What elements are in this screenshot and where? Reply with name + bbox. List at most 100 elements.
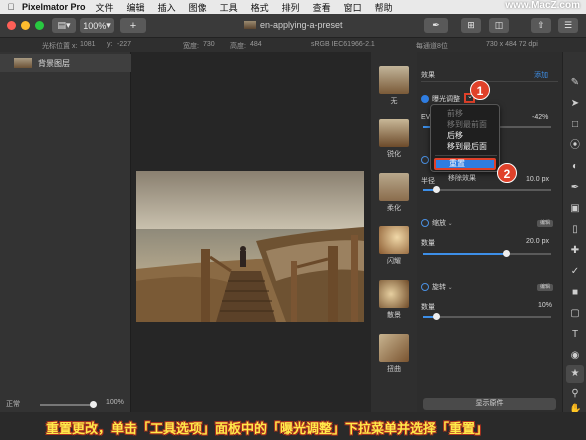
clone-tool-icon[interactable]: ◉ [569,350,581,362]
spin-amount-label: 数量 [421,304,435,311]
preset-thumbnail [379,226,409,254]
exposure-effect-header: 曝光调整 [421,94,460,104]
add-effect-button[interactable]: 添加 [534,70,548,80]
preset-none[interactable]: 无 [379,66,409,106]
text-tool-icon[interactable]: T [569,329,581,341]
spin-amount-slider-knob[interactable] [433,313,440,320]
app-menu[interactable]: Pixelmator Pro [22,2,86,12]
watermark: www.MacZ.com [505,0,580,11]
menu-item-bring-to-front[interactable]: 移到最前面 [447,119,487,130]
step-badge-1: 1 [470,80,490,100]
minimize-window-button[interactable] [21,21,30,30]
menu-item-send-to-back[interactable]: 移到最后面 [447,141,487,152]
view-mode-button[interactable]: ▤▾ [52,18,76,33]
brush-tool-icon[interactable]: ✒ [569,182,581,194]
tool-options-button[interactable]: ☰ [558,18,578,33]
exposure-toggle[interactable] [421,95,429,104]
canvas-image[interactable] [136,171,364,322]
chevron-down-icon[interactable]: ⌄ [446,221,453,227]
menu-item-bring-forward[interactable]: 前移 [447,108,463,119]
menu-file[interactable]: 文件 [96,1,114,14]
zoom-title: 缩放 [432,220,446,227]
effects-tool-icon[interactable]: ★ [566,365,584,383]
preset-thumbnail [379,119,409,147]
zoom-select[interactable]: 100% ▾ [80,18,114,33]
preset-bokeh[interactable]: 散景 [379,280,409,320]
width-label: 宽度: [183,43,199,50]
zoom-tool-icon[interactable]: ⚲ [569,388,581,400]
heal-tool-icon[interactable]: ✚ [569,245,581,257]
apple-icon[interactable]:  [0,2,22,12]
layer-row[interactable]: 背景图层 [0,54,131,72]
menu-edit[interactable]: 编辑 [127,1,145,14]
menu-tools[interactable]: 工具 [220,1,238,14]
lasso-tool-icon[interactable]: ⦿ [569,140,581,152]
menu-insert[interactable]: 插入 [158,1,176,14]
spin-effect-header: 旋转 ⌄ [421,282,453,292]
zoom-amount-slider-knob[interactable] [503,250,510,257]
zoom-window-button[interactable] [35,21,44,30]
pen-tool-icon[interactable]: ✓ [569,266,581,278]
menu-window[interactable]: 窗口 [344,1,362,14]
blur-toggle[interactable] [421,156,429,164]
spin-title: 旋转 [432,284,446,291]
menu-image[interactable]: 图像 [189,1,207,14]
menu-format[interactable]: 格式 [251,1,269,14]
exposure-title: 曝光调整 [432,96,460,103]
radius-slider-knob[interactable] [433,186,440,193]
arrange-button[interactable]: ◫ [489,18,509,33]
sliders-icon: ☰ [563,20,573,30]
menu-help[interactable]: 帮助 [375,1,393,14]
chevron-down-icon[interactable]: ⌄ [446,285,453,291]
arrow-tool-icon[interactable]: ➤ [569,98,581,110]
show-original-button[interactable]: 显示原件 [423,398,556,410]
shape-tool-icon[interactable]: ■ [569,287,581,299]
menu-item-reset[interactable]: 重置 [434,158,496,170]
paint-tool-icon[interactable]: ✎ [569,77,581,89]
spin-amount-slider[interactable] [423,313,551,320]
opacity-knob[interactable] [90,401,97,408]
image-dimensions: 730 x 484 72 dpi [486,41,538,48]
crop-icon: ⊞ [467,20,475,30]
cursor-y-label: y: [107,41,113,48]
spin-edit-tag[interactable]: 编辑 [537,284,553,291]
eraser-tool-icon[interactable]: ▯ [569,224,581,236]
ev-label: EV [421,114,431,121]
toolbar: ▤▾ 100% ▾ + en-applying-a-preset ✒ ⊞ ◫ ⇧ … [0,14,586,38]
preset-label: 锐化 [387,151,401,158]
opacity-slider[interactable] [40,401,97,408]
crop-button[interactable]: ⊞ [461,18,481,33]
sidebar-icon: ▤▾ [57,20,71,30]
tutorial-caption: 重置更改，单击「工具选项」面板中的「曝光调整」下拉菜单并选择「重置」 [46,421,489,436]
zoom-effect-header: 缩放 ⌄ [421,218,453,228]
add-button[interactable]: + [120,18,146,33]
gradient-tool-icon[interactable]: ▣ [569,203,581,215]
blend-mode[interactable]: 正常 [6,399,20,409]
canvas-area[interactable] [131,52,371,412]
exposure-dropdown-menu: 前移 移到最前面 后移 移到最后面 重置 [430,104,500,172]
zoom-amount-slider[interactable] [423,250,551,257]
spin-toggle[interactable] [421,283,429,292]
menu-bar:  Pixelmator Pro 文件 编辑 插入 图像 工具 格式 排列 查看… [0,0,586,14]
share-button[interactable]: ⇧ [531,18,551,33]
preset-sharpen[interactable]: 锐化 [379,119,409,159]
preset-label: 散景 [387,312,401,319]
color-adjust-tool-icon[interactable]: ◐ [569,161,581,173]
radius-slider[interactable] [423,186,551,193]
close-window-button[interactable] [7,21,16,30]
selection-tool-icon[interactable]: □ [569,119,581,131]
zoom-edit-tag[interactable]: 编辑 [537,220,553,227]
preset-shine[interactable]: 闪耀 [379,226,409,266]
opacity-value: 100% [106,399,124,406]
brush-icon: ✒ [432,20,440,30]
preset-distort[interactable]: 扭曲 [379,334,409,374]
menu-arrange[interactable]: 排列 [282,1,300,14]
menu-item-send-backward[interactable]: 后移 [447,130,463,141]
preset-soften[interactable]: 柔化 [379,173,409,213]
zoom-toggle[interactable] [421,219,429,228]
info-bar: 光标位置 x: 1081 y: -227 宽度: 730 高度: 484 sRG… [0,38,586,52]
rectangle-tool-icon[interactable]: ▢ [569,308,581,320]
menu-view[interactable]: 查看 [313,1,331,14]
remove-effect-item[interactable]: 移除效果 [448,173,476,183]
brush-button[interactable]: ✒ [424,18,448,33]
